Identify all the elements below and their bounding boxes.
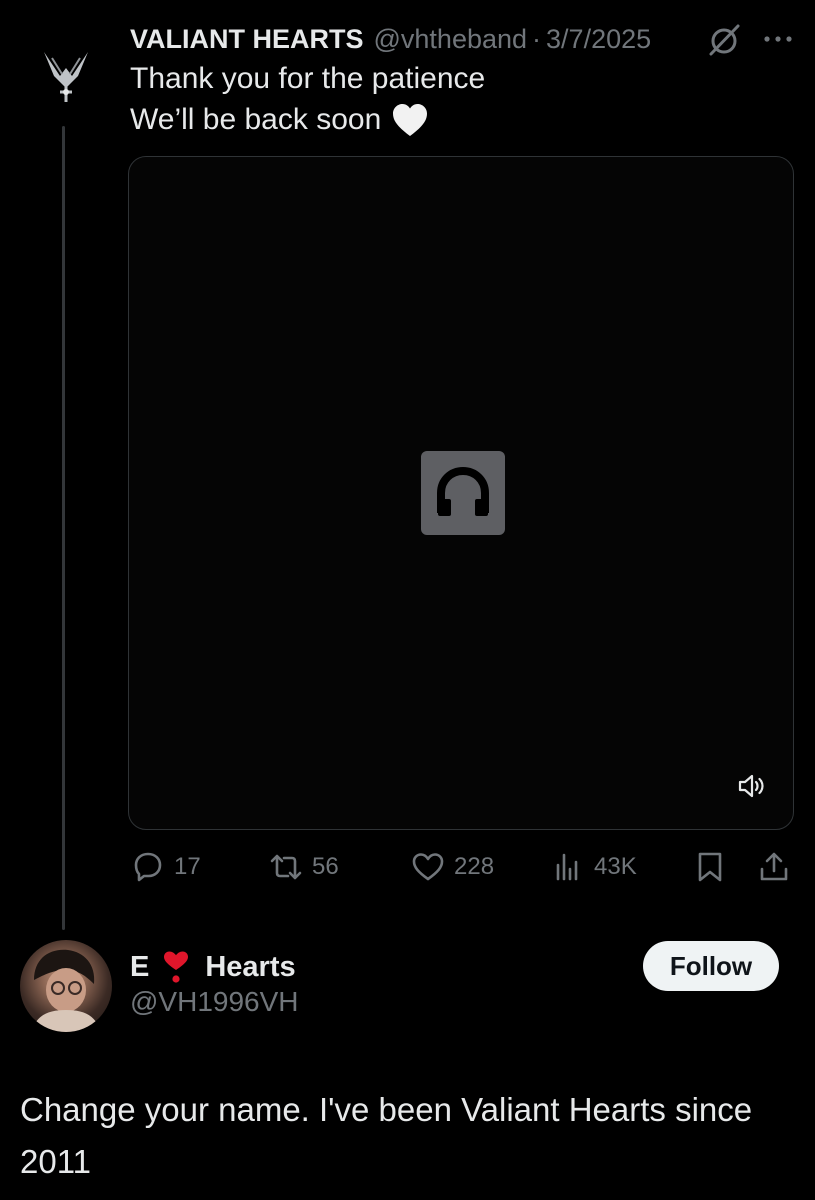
- reply-count: 17: [174, 853, 201, 880]
- white-heart-emoji-icon: [393, 103, 428, 136]
- views-action[interactable]: 43K: [550, 848, 637, 886]
- repost-action[interactable]: 56: [268, 848, 339, 886]
- reply-name-suffix: Hearts: [205, 950, 296, 983]
- follow-button[interactable]: Follow: [643, 941, 779, 991]
- thread-line: [62, 126, 65, 930]
- share-icon: [760, 852, 788, 881]
- quoted-tweet-text: Thank you for the patience We’ll be back…: [130, 58, 750, 140]
- reply-action[interactable]: 17: [130, 848, 201, 886]
- tweet-text-line: We’ll be back soon: [130, 99, 750, 140]
- views-bar-chart-icon: [556, 853, 578, 881]
- repost-count: 56: [312, 853, 339, 880]
- video-player[interactable]: [128, 156, 794, 830]
- views-count: 43K: [594, 853, 637, 880]
- like-heart-icon: [412, 853, 444, 881]
- user-handle[interactable]: @vhtheband: [374, 24, 528, 55]
- share-action[interactable]: [756, 848, 792, 886]
- reply-name-prefix: E: [130, 950, 150, 983]
- repost-icon: [270, 854, 302, 880]
- display-name[interactable]: VALIANT HEARTS: [130, 24, 364, 55]
- reply-tweet-text: Change your name. I've been Valiant Hear…: [20, 1091, 753, 1180]
- like-count: 228: [454, 853, 495, 880]
- tweet-text-line: Thank you for the patience: [130, 58, 750, 99]
- headphones-icon: [421, 451, 505, 535]
- band-logo-icon: [44, 52, 88, 102]
- volume-icon[interactable]: [737, 771, 767, 801]
- bookmark-icon: [698, 852, 722, 882]
- reply-display-name[interactable]: E Hearts: [130, 948, 296, 986]
- reply-user-handle[interactable]: @VH1996VH: [130, 986, 299, 1018]
- more-options-icon[interactable]: [760, 24, 796, 54]
- avatar-photo: [32, 949, 100, 1032]
- avatar[interactable]: [20, 940, 112, 1032]
- quoted-tweet-header: VALIANT HEARTS @vhtheband · 3/7/2025: [130, 22, 651, 56]
- band-logo-avatar[interactable]: [38, 46, 94, 104]
- tweet-text-line-1: Thank you for the patience: [130, 62, 486, 95]
- reply-icon: [134, 852, 162, 882]
- separator-dot: ·: [532, 23, 542, 54]
- like-action[interactable]: 228: [410, 848, 494, 886]
- tweet-text-line-2: We’ll be back soon: [130, 103, 382, 136]
- tweet-date[interactable]: 3/7/2025: [546, 24, 651, 55]
- bookmark-action[interactable]: [692, 848, 728, 886]
- grok-icon[interactable]: [706, 22, 742, 58]
- red-heart-exclamation-icon: [164, 951, 189, 983]
